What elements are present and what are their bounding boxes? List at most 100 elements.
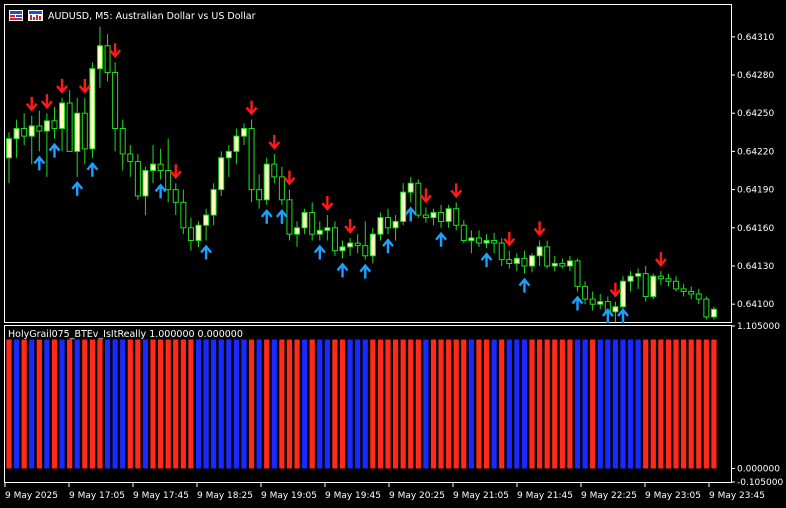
bear-candle (362, 245, 369, 257)
histogram-bar-blue (423, 339, 429, 469)
bull-candle (392, 220, 399, 229)
signal-arrows-layer (25, 43, 667, 323)
bear-candle (438, 212, 445, 222)
bear-candle (673, 280, 680, 290)
bear-candle (66, 102, 73, 152)
histogram-bar-red (36, 339, 42, 469)
histogram-bar-blue (302, 339, 308, 469)
histogram-bar-red (438, 339, 444, 469)
buy-arrow-icon (571, 295, 584, 311)
bull-candle (89, 68, 96, 150)
histogram-bar-red (483, 339, 490, 469)
sell-arrow-icon (268, 134, 281, 150)
bull-candle (28, 125, 35, 137)
bull-candle (233, 135, 240, 152)
bear-candle (680, 288, 687, 292)
bull-candle (483, 240, 490, 244)
histogram-bar-blue (112, 339, 118, 469)
buy-arrow-icon (48, 142, 61, 158)
histogram-bar-red (559, 339, 565, 469)
histogram-bar-red (165, 339, 171, 469)
buy-arrow-icon (86, 161, 99, 177)
histogram-bar-blue (597, 339, 603, 469)
histogram-bar-red (89, 339, 95, 469)
histogram-bar-blue (347, 339, 353, 469)
histogram-bar-red (339, 339, 346, 469)
histogram-bar-red (127, 339, 133, 469)
candles-layer (6, 26, 717, 322)
histogram-bar-red (21, 339, 27, 469)
histogram-bar-blue (218, 339, 224, 469)
bear-candle (582, 285, 589, 300)
histogram-bar-red (529, 339, 535, 469)
histogram-bar-red (370, 339, 376, 469)
bull-candle (400, 191, 407, 222)
histogram-bar-red (51, 339, 58, 469)
histogram-layer (6, 339, 717, 469)
histogram-bar-red (688, 339, 694, 469)
histogram-bar-red (703, 339, 709, 469)
bull-candle (59, 102, 66, 129)
sell-arrow-icon (654, 252, 667, 267)
bear-candle (589, 298, 596, 305)
bull-candle (96, 45, 103, 70)
bull-candle (195, 224, 202, 242)
histogram-bar-blue (506, 339, 512, 469)
x-tick-label: 9 May 19:05 (261, 491, 317, 501)
bull-candle (566, 260, 573, 267)
bear-candle (385, 217, 391, 229)
histogram-bar-blue (59, 339, 65, 469)
chart-canvas[interactable]: 0.64310 0.64280 0.64250 0.64220 0.64190 0.641… (0, 0, 786, 508)
x-tick-label: 9 May 23:45 (709, 491, 765, 501)
bear-candle (256, 189, 263, 201)
bull-candle (142, 170, 149, 197)
histogram-bar-red (665, 339, 672, 469)
x-tick-label: 9 May 18:25 (197, 491, 253, 501)
histogram-bar-red (377, 339, 384, 469)
bear-candle (271, 163, 278, 178)
bull-candle (339, 246, 346, 252)
histogram-bar-red (658, 339, 664, 469)
y-tick-label: 0.64250 (737, 109, 774, 119)
bear-candle (695, 293, 702, 300)
histogram-bar-blue (104, 339, 111, 469)
histogram-bar-red (499, 339, 505, 469)
histogram-bar-blue (74, 339, 80, 469)
sell-arrow-icon (109, 43, 122, 59)
histogram-bar-blue (317, 339, 323, 469)
histogram-bar-blue (256, 339, 262, 469)
histogram-bar-red (650, 339, 656, 469)
histogram-bar-blue (203, 339, 209, 469)
bear-candle (491, 240, 498, 244)
bull-candle (203, 214, 210, 226)
bull-candle (240, 127, 247, 137)
histogram-bar-blue (612, 339, 618, 469)
histogram-bar-red (711, 339, 717, 469)
bull-candle (150, 163, 157, 172)
bear-candle (286, 199, 293, 235)
histogram-bar-red (415, 339, 421, 469)
indicator-y-tick-label: -0.105000 (737, 478, 783, 488)
bear-candle (172, 189, 179, 203)
histogram-bar-blue (120, 339, 126, 469)
bear-candle (703, 298, 710, 318)
indicator-icon (28, 10, 43, 21)
bull-candle (627, 275, 634, 282)
symbol-title: AUDUSD, M5: Australian Dollar vs US Doll… (48, 11, 256, 22)
indicator-y-tick-label: 1.105000 (737, 322, 780, 332)
histogram-bar-red (248, 339, 255, 469)
bull-candle (377, 217, 384, 235)
bull-candle (6, 138, 12, 159)
bear-candle (81, 112, 88, 150)
bull-candle (210, 189, 217, 216)
bull-candle (612, 306, 619, 313)
histogram-bar-red (696, 339, 702, 469)
bull-candle (407, 182, 414, 193)
bear-candle (688, 290, 695, 295)
x-tick-label: 9 May 19:45 (325, 491, 381, 501)
y-tick-label: 0.64100 (737, 300, 774, 310)
bear-candle (544, 246, 551, 267)
histogram-bar-red (6, 339, 12, 469)
sell-arrow-icon (609, 282, 622, 298)
histogram-bar-blue (620, 339, 626, 469)
